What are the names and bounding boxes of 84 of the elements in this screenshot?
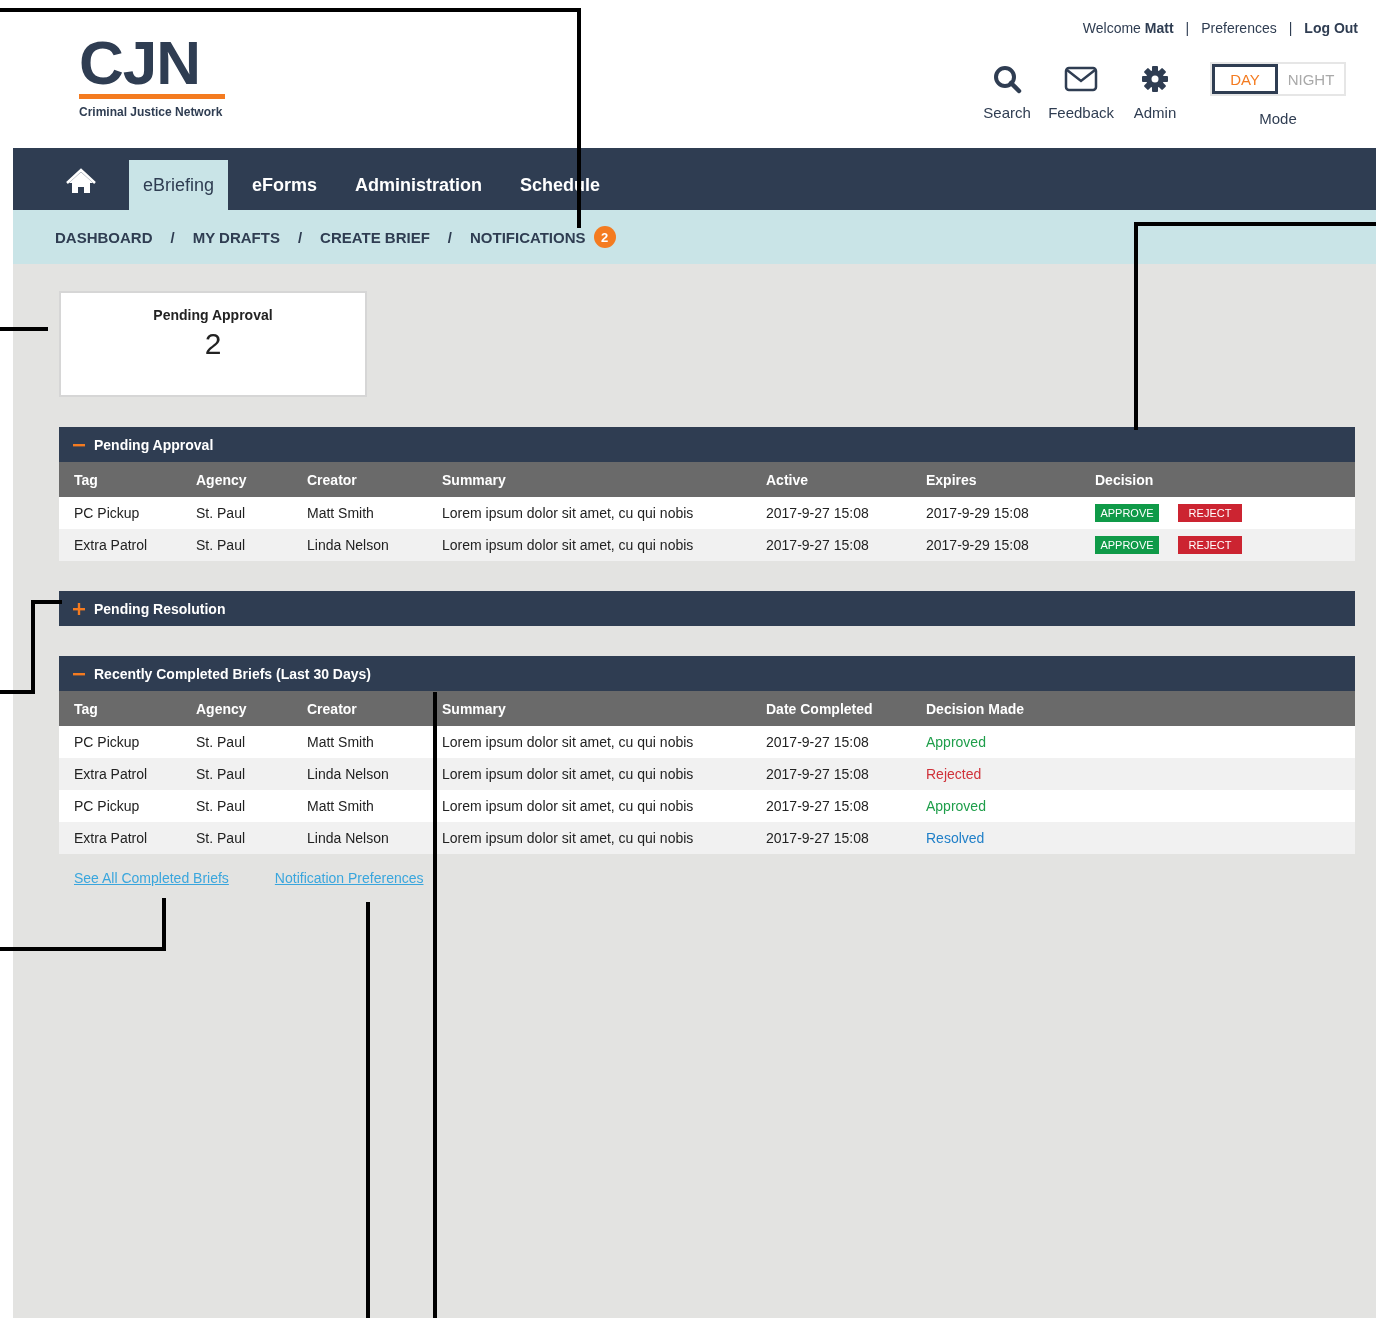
table-cell-text: Lorem ipsum dolor sit amet, cu qui nobis [442,537,695,553]
column-header: Creator [307,700,358,717]
section-title: Pending Approval [94,436,214,453]
welcome-text: Welcome Matt [1082,20,1174,36]
table-cell-text: St. Paul [196,537,247,553]
breadcrumb-separator: / [170,228,175,246]
decision-status: Approved [926,798,987,814]
table-cell-text: Matt Smith [307,734,375,750]
table-cell-text: 2017-9-27 15:08 [766,798,870,814]
table-cell-text: 2017-9-27 15:08 [766,830,870,846]
table-cell-text: Linda Nelson [307,830,390,846]
column-header: Tag [73,471,99,488]
table-cell-text: Lorem ipsum dolor sit amet, cu qui nobis [442,798,695,814]
table-cell-text: St. Paul [196,505,247,521]
table-cell-text: 2017-9-29 15:08 [926,537,1030,553]
table-cell-text: 2017-9-27 15:08 [766,734,870,750]
search-button[interactable]: Search [974,62,1041,121]
table-cell-text: Matt Smith [307,505,375,521]
section-header[interactable]: Pending Resolution [59,591,1355,626]
link-separator: | [1288,20,1293,36]
notification-badge: 2 [593,226,616,248]
table-cell-text: Linda Nelson [307,537,390,553]
table-cell-text: 2017-9-29 15:08 [926,505,1030,521]
breadcrumb-link[interactable]: NOTIFICATIONS [470,228,586,246]
table-cell-text: Linda Nelson [307,766,390,782]
column-header: Tag [73,700,99,717]
reject-button[interactable]: REJECT [1178,504,1242,522]
header-link[interactable]: Log Out [1304,20,1358,36]
table-cell-text: Extra Patrol [73,766,149,782]
table-cell-text: 2017-9-27 15:08 [766,505,870,521]
table-cell-text: PC Pickup [73,505,141,521]
section-title: Recently Completed Briefs (Last 30 Days) [94,665,371,682]
column-header: Creator [307,471,358,488]
column-header: Date Completed [766,700,874,717]
table-cell-text: Extra Patrol [73,830,149,846]
table-cell-text: St. Paul [196,830,247,846]
column-header: Summary [442,700,507,717]
mode-label: Mode [1259,109,1297,127]
admin-button[interactable]: Admin [1122,62,1188,121]
decision-status: Rejected [926,766,983,782]
decision-status: Resolved [926,830,986,846]
section-title: Pending Resolution [94,600,226,617]
nav-tab[interactable]: Schedule [506,160,615,210]
table-cell-text: 2017-9-27 15:08 [766,766,870,782]
table-cell-text: Extra Patrol [73,537,149,553]
column-header: Summary [442,471,507,488]
breadcrumb-separator: / [447,228,452,246]
section-header[interactable]: Pending Approval [59,427,1355,462]
decision-status: Approved [926,734,987,750]
table-cell-text: St. Paul [196,798,247,814]
section-header[interactable]: Recently Completed Briefs (Last 30 Days) [59,656,1355,691]
breadcrumb-link[interactable]: CREATE BRIEF [320,228,430,246]
column-header: Agency [196,700,248,717]
card-label: Pending Approval [153,307,273,323]
card-value: 2 [204,327,222,361]
table-cell-text: Lorem ipsum dolor sit amet, cu qui nobis [442,766,695,782]
link-separator: | [1185,20,1190,36]
header-link[interactable]: Preferences [1201,20,1277,36]
table-cell-text: Matt Smith [307,798,375,814]
column-header: Decision Made [926,700,1026,717]
table-cell-text: PC Pickup [73,798,141,814]
breadcrumb-link[interactable]: MY DRAFTS [192,228,280,246]
nav-tab[interactable]: eBriefing [129,160,229,210]
approve-button[interactable]: APPROVE [1095,536,1159,554]
column-header: Expires [926,471,978,488]
table-cell-text: PC Pickup [73,734,141,750]
column-header: Agency [196,471,248,488]
breadcrumb-separator: / [297,228,303,246]
reject-button[interactable]: REJECT [1178,536,1242,554]
nav-tab[interactable]: eForms [238,160,332,210]
breadcrumb-link[interactable]: DASHBOARD [55,228,153,246]
approve-button[interactable]: APPROVE [1095,504,1159,522]
logo-tagline: Criminal Justice Network [79,105,224,119]
table-cell-text: Lorem ipsum dolor sit amet, cu qui nobis [442,734,695,750]
table-cell-text: Lorem ipsum dolor sit amet, cu qui nobis [442,505,695,521]
column-header: Active [766,471,810,488]
table-cell-text: St. Paul [196,734,247,750]
column-header: Decision [1095,471,1155,488]
table-cell-text: 2017-9-27 15:08 [766,537,870,553]
nav-tab[interactable]: Administration [341,160,497,210]
table-cell-text: St. Paul [196,766,247,782]
logo-text: CJN [79,32,202,94]
feedback-button[interactable]: Feedback [1044,62,1118,121]
table-cell-text: Lorem ipsum dolor sit amet, cu qui nobis [442,830,695,846]
